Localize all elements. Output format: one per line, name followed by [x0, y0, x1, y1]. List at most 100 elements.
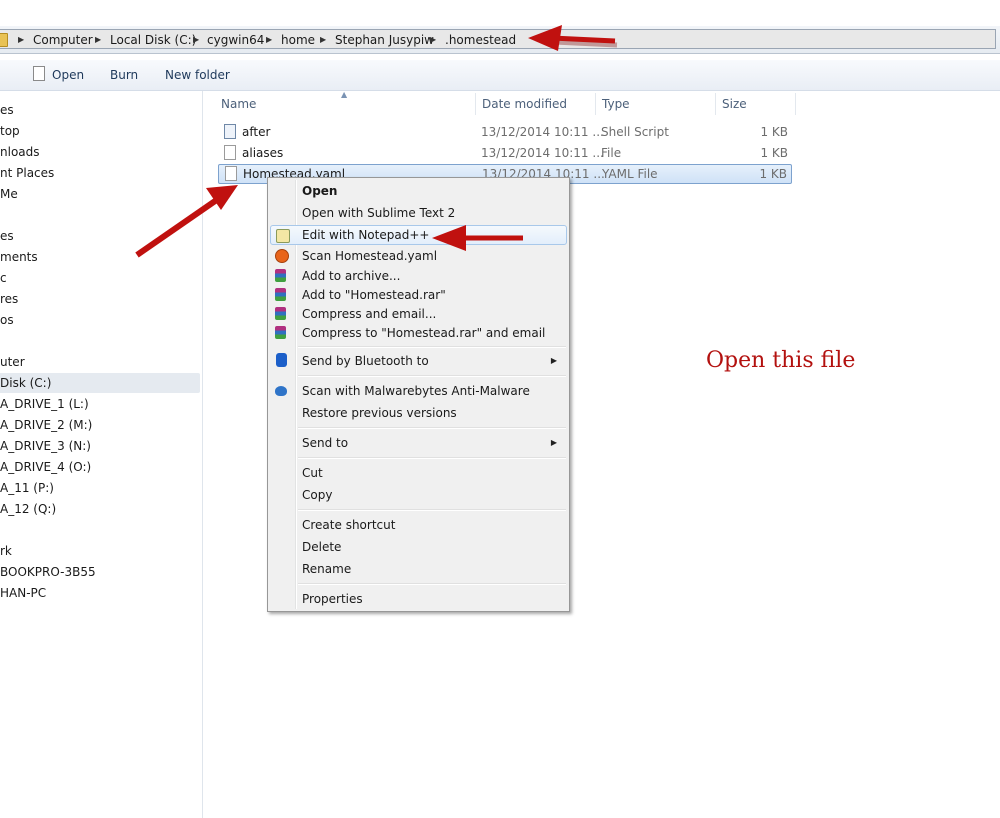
- menu-item-properties[interactable]: Properties: [270, 589, 567, 609]
- nav-item[interactable]: ments: [0, 247, 38, 267]
- menu-item-label: Delete: [302, 540, 342, 554]
- chevron-right-icon[interactable]: ▶: [18, 31, 24, 49]
- menu-item-copy[interactable]: Copy: [270, 485, 567, 505]
- nav-item[interactable]: es: [0, 226, 14, 246]
- menu-separator: [298, 583, 566, 585]
- menu-separator: [298, 509, 566, 511]
- submenu-arrow-icon: ▶: [550, 356, 557, 365]
- menu-item-add-archive[interactable]: Add to archive...: [270, 266, 567, 286]
- menu-item-label: Properties: [302, 592, 363, 606]
- nav-item-local-disk[interactable]: Disk (C:): [0, 373, 51, 393]
- nav-item[interactable]: nloads: [0, 142, 40, 162]
- nav-item[interactable]: Me: [0, 184, 18, 204]
- nav-item[interactable]: HAN-PC: [0, 583, 46, 603]
- nav-item[interactable]: A_DRIVE_1 (L:): [0, 394, 89, 414]
- nav-item[interactable]: es: [0, 100, 14, 120]
- context-menu: Open Open with Sublime Text 2 Edit with …: [267, 177, 570, 612]
- menu-item-label: Open: [302, 184, 338, 198]
- menu-item-label: Add to "Homestead.rar": [302, 288, 446, 302]
- column-divider[interactable]: [795, 93, 796, 115]
- menu-item-label: Scan with Malwarebytes Anti-Malware: [302, 384, 530, 398]
- file-type: Shell Script: [601, 125, 669, 139]
- menu-item-rename[interactable]: Rename: [270, 559, 567, 579]
- menu-item-add-rar[interactable]: Add to "Homestead.rar": [270, 285, 567, 305]
- chevron-right-icon[interactable]: ▶: [193, 31, 199, 49]
- menu-item-label: Send by Bluetooth to: [302, 354, 429, 368]
- chevron-right-icon[interactable]: ▶: [95, 31, 101, 49]
- file-name: after: [242, 125, 271, 139]
- breadcrumb-computer[interactable]: Computer: [33, 31, 93, 49]
- nav-item[interactable]: A_11 (P:): [0, 478, 54, 498]
- menu-separator: [298, 427, 566, 429]
- nav-item[interactable]: c: [0, 268, 7, 288]
- column-divider[interactable]: [475, 93, 476, 115]
- menu-item-scan[interactable]: Scan Homestead.yaml: [270, 246, 567, 266]
- breadcrumb-user[interactable]: Stephan Jusypiw: [335, 31, 434, 49]
- nav-item[interactable]: nt Places: [0, 163, 54, 183]
- nav-item[interactable]: A_DRIVE_4 (O:): [0, 457, 91, 477]
- menu-separator: [298, 346, 566, 348]
- menu-item-edit-notepad[interactable]: Edit with Notepad++: [270, 225, 567, 245]
- nav-item[interactable]: uter: [0, 352, 25, 372]
- winrar-icon: [275, 269, 286, 282]
- menu-item-bluetooth[interactable]: Send by Bluetooth to ▶: [270, 351, 567, 371]
- column-header-date[interactable]: Date modified: [482, 93, 567, 115]
- nav-item[interactable]: BOOKPRO-3B55: [0, 562, 96, 582]
- winrar-icon: [275, 307, 286, 320]
- shell-script-icon: [224, 124, 236, 139]
- menu-item-restore-versions[interactable]: Restore previous versions: [270, 403, 567, 423]
- burn-button[interactable]: Burn: [110, 66, 138, 84]
- menu-item-open[interactable]: Open: [270, 181, 567, 201]
- menu-separator: [298, 457, 566, 459]
- column-divider[interactable]: [715, 93, 716, 115]
- menu-item-label: Cut: [302, 466, 323, 480]
- menu-item-compress-rar-email[interactable]: Compress to "Homestead.rar" and email: [270, 323, 567, 343]
- annotation-text: Open this file: [706, 348, 856, 373]
- menu-item-send-to[interactable]: Send to ▶: [270, 433, 567, 453]
- nav-item[interactable]: res: [0, 289, 18, 309]
- nav-item[interactable]: A_12 (Q:): [0, 499, 56, 519]
- menu-item-label: Create shortcut: [302, 518, 396, 532]
- column-header-type[interactable]: Type: [602, 93, 630, 115]
- file-size: 1 KB: [759, 167, 787, 181]
- column-divider[interactable]: [595, 93, 596, 115]
- menu-item-label: Compress to "Homestead.rar" and email: [302, 326, 546, 340]
- nav-item[interactable]: rk: [0, 541, 12, 561]
- file-size: 1 KB: [760, 146, 788, 160]
- menu-separator: [298, 375, 566, 377]
- file-type: File: [601, 146, 622, 160]
- sort-ascending-icon: ▲: [341, 90, 348, 99]
- breadcrumb-homestead[interactable]: .homestead: [445, 31, 516, 49]
- menu-item-malwarebytes[interactable]: Scan with Malwarebytes Anti-Malware: [270, 381, 567, 401]
- chevron-right-icon[interactable]: ▶: [430, 31, 436, 49]
- nav-item[interactable]: A_DRIVE_3 (N:): [0, 436, 91, 456]
- breadcrumb-local-disk[interactable]: Local Disk (C:): [110, 31, 196, 49]
- menu-item-label: Scan Homestead.yaml: [302, 249, 438, 263]
- breadcrumb-cygwin64[interactable]: cygwin64: [207, 31, 264, 49]
- winrar-icon: [275, 326, 286, 339]
- malwarebytes-icon: [275, 386, 287, 396]
- file-row-after[interactable]: after 13/12/2014 10:11 ... Shell Script …: [218, 122, 792, 142]
- menu-item-label: Restore previous versions: [302, 406, 457, 420]
- menu-item-delete[interactable]: Delete: [270, 537, 567, 557]
- file-icon: [224, 145, 236, 160]
- open-button[interactable]: Open: [52, 66, 84, 84]
- file-type: YAML File: [602, 167, 658, 181]
- menu-item-open-sublime[interactable]: Open with Sublime Text 2: [270, 203, 567, 223]
- chevron-right-icon[interactable]: ▶: [266, 31, 272, 49]
- column-header-size[interactable]: Size: [722, 93, 747, 115]
- nav-item[interactable]: A_DRIVE_2 (M:): [0, 415, 92, 435]
- nav-item[interactable]: os: [0, 310, 14, 330]
- nav-item[interactable]: top: [0, 121, 20, 141]
- column-header-name[interactable]: Name: [221, 93, 256, 115]
- breadcrumb[interactable]: ▶ Computer ▶ Local Disk (C:) ▶ cygwin64 …: [0, 29, 996, 49]
- breadcrumb-home[interactable]: home: [281, 31, 315, 49]
- menu-item-cut[interactable]: Cut: [270, 463, 567, 483]
- chevron-right-icon[interactable]: ▶: [320, 31, 326, 49]
- new-folder-button[interactable]: New folder: [165, 66, 230, 84]
- menu-item-label: Add to archive...: [302, 269, 401, 283]
- menu-item-compress-email[interactable]: Compress and email...: [270, 304, 567, 324]
- menu-item-create-shortcut[interactable]: Create shortcut: [270, 515, 567, 535]
- document-icon[interactable]: [33, 66, 45, 81]
- file-row-aliases[interactable]: aliases 13/12/2014 10:11 ... File 1 KB: [218, 143, 792, 163]
